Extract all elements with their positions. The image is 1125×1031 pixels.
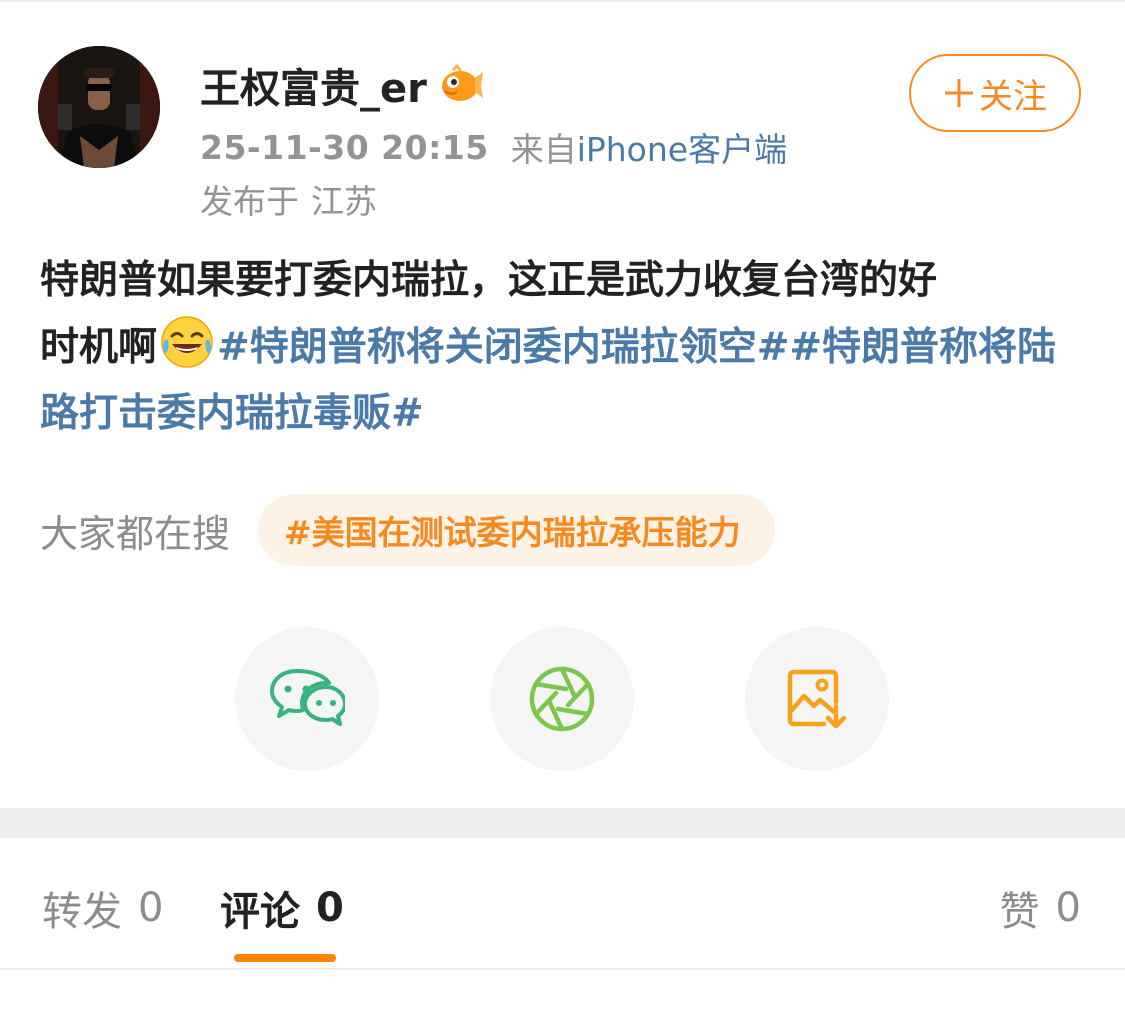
active-tab-indicator	[234, 954, 336, 962]
tab-like-count: 0	[1055, 885, 1081, 931]
post-tabs: 转发 0 评论 0 赞 0	[0, 838, 1125, 970]
follow-button[interactable]: 关注	[909, 54, 1081, 132]
tab-repost-label: 转发	[42, 889, 122, 935]
tab-comment[interactable]: 评论 0	[220, 880, 344, 936]
laughing-tears-emoji-icon	[161, 316, 213, 368]
source-prefix: 来自	[510, 130, 577, 169]
post-text-part2: 时机啊	[40, 325, 158, 370]
tab-like-label: 赞	[999, 889, 1040, 935]
trending-search: 大家都在搜 #美国在测试委内瑞拉承压能力	[40, 494, 775, 566]
save-image-icon	[787, 669, 847, 729]
bottom-divider	[0, 968, 1125, 970]
share-wechat-button[interactable]	[235, 627, 379, 771]
moments-icon	[529, 666, 595, 732]
tab-comment-label: 评论	[220, 889, 300, 935]
author-row: 王权富贵_er	[200, 58, 483, 112]
follow-label: 关注	[979, 76, 1047, 117]
post-time: 25-11-30 20:15	[200, 127, 489, 167]
section-divider	[0, 808, 1125, 838]
post-text-line1: 特朗普如果要打委内瑞拉，这正是武力收复台湾的好	[40, 258, 938, 303]
post-meta: 25-11-30 20:15 来自 iPhone客户端	[200, 124, 787, 170]
trending-label: 大家都在搜	[40, 511, 231, 556]
tab-repost-count: 0	[138, 885, 164, 931]
tab-comment-count: 0	[316, 885, 344, 931]
share-moments-button[interactable]	[490, 627, 634, 771]
source-device-link[interactable]: iPhone客户端	[577, 123, 787, 171]
location-label: 发布于	[200, 182, 299, 221]
plus-icon	[943, 77, 975, 109]
save-image-button[interactable]	[745, 627, 889, 771]
wechat-icon	[270, 669, 345, 726]
post-location: 发布于 江苏	[200, 176, 377, 222]
trending-topic-chip[interactable]: #美国在测试委内瑞拉承压能力	[258, 494, 775, 566]
tab-repost[interactable]: 转发 0	[42, 880, 163, 936]
location-value: 江苏	[311, 182, 377, 221]
tab-like[interactable]: 赞 0	[1000, 880, 1081, 936]
avatar[interactable]	[38, 46, 160, 168]
author-name[interactable]: 王权富贵_er	[200, 56, 427, 114]
post-text: 特朗普如果要打委内瑞拉，这正是武力收复台湾的好 时机啊 #特朗普称将关闭委内瑞拉…	[40, 248, 1090, 447]
vip-fish-icon[interactable]	[437, 64, 483, 106]
topic-link-1[interactable]: #特朗普称将关闭委内瑞拉领空#	[217, 325, 789, 370]
top-divider	[0, 0, 1125, 2]
